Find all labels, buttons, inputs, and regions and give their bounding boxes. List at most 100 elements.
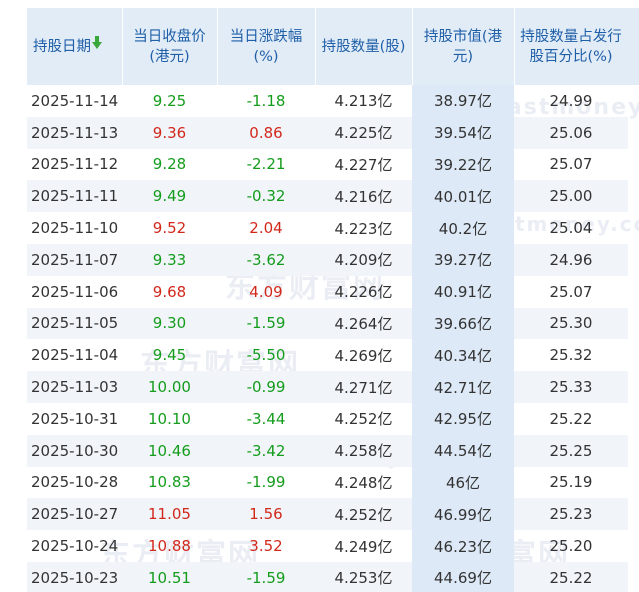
cell-share-pct: 24.99 [549,91,593,110]
cell-close: 10.83 [148,473,191,492]
table-row: 2025-11-07 9.33 -3.62 4.209亿 39.27亿 24.96 [27,243,628,276]
table-row: 2025-11-14 9.25 -1.18 4.213亿 38.97亿 24.99 [27,85,628,117]
holdings-table: 持股日期 当日收盘价(港元) 当日涨跌幅(%) 持股数量(股) 持股市值(港元)… [27,8,629,592]
cell-shares: 4.223亿 [334,219,393,238]
cell-change: -0.32 [217,180,315,213]
cell-share-pct: 25.25 [514,434,628,467]
cell-share-pct: 25.04 [549,219,593,238]
cell-share-pct: 25.23 [514,498,628,531]
table-row: 2025-11-11 9.49 -0.32 4.216亿 40.01亿 25.00 [27,180,628,213]
cell-shares: 4.213亿 [334,92,393,111]
cell-shares: 4.248亿 [334,473,393,492]
cell-market-value: 39.27亿 [412,243,514,276]
cell-close: 9.25 [152,91,187,110]
table-body: 2025-11-14 9.25 -1.18 4.213亿 38.97亿 24.99 2025… [27,85,628,592]
header-shares[interactable]: 持股数量(股) [315,8,413,85]
cell-date: 2025-10-30 [27,434,122,467]
cell-close: 9.28 [152,155,187,174]
cell-share-pct: 25.19 [549,473,593,492]
cell-close: 9.52 [152,219,187,238]
cell-close: 9.45 [152,346,187,365]
cell-share-pct: 25.22 [549,409,593,428]
cell-close: 10.46 [122,434,217,467]
cell-date: 2025-10-23 [27,561,122,592]
cell-date: 2025-10-31 [31,409,119,428]
cell-date: 2025-11-14 [31,91,119,110]
cell-change: 2.04 [249,219,283,238]
cell-change: -1.18 [246,91,286,110]
cell-market-value: 44.54亿 [412,434,514,467]
cell-change: -3.62 [217,243,315,276]
cell-change: 0.86 [217,116,315,149]
cell-date: 2025-11-10 [31,219,119,238]
table-row: 2025-11-05 9.30 -1.59 4.264亿 39.66亿 25.30 [27,307,628,340]
table-row: 2025-11-04 9.45 -5.50 4.269亿 40.34亿 25.32 [27,339,628,372]
cell-date: 2025-11-03 [27,371,122,403]
header-change[interactable]: 当日涨跌幅(%) [217,8,316,85]
cell-shares: 4.226亿 [334,283,393,302]
cell-date: 2025-10-24 [31,537,119,556]
cell-close: 9.68 [152,282,187,301]
cell-market-value: 39.66亿 [412,307,514,340]
cell-date: 2025-11-11 [27,180,122,213]
cell-share-pct: 25.07 [549,282,593,301]
cell-change: 3.52 [249,537,283,556]
cell-shares: 4.252亿 [334,410,393,429]
table-row: 2025-10-28 10.83 -1.99 4.248亿 46亿 25.19 [27,466,628,499]
header-market-value[interactable]: 持股市值(港元) [412,8,515,85]
sort-desc-icon[interactable] [92,36,102,49]
cell-share-pct: 25.06 [514,116,628,149]
header-date[interactable]: 持股日期 [27,8,123,85]
table-row: 2025-11-13 9.36 0.86 4.225亿 39.54亿 25.06 [27,116,628,149]
cell-shares: 4.249亿 [334,537,393,556]
cell-change: -1.59 [217,307,315,340]
header-close[interactable]: 当日收盘价(港元) [122,8,218,85]
cell-date: 2025-11-12 [31,155,119,174]
table-row: 2025-11-12 9.28 -2.21 4.227亿 39.22亿 25.07 [27,148,628,181]
cell-date: 2025-11-13 [27,116,122,149]
cell-change: -1.99 [246,473,286,492]
cell-change: 1.56 [217,498,315,531]
cell-market-value: 40.91亿 [412,275,514,308]
cell-share-pct: 25.00 [514,180,628,213]
table-row: 2025-10-23 10.51 -1.59 4.253亿 44.69亿 25.22 [27,561,628,592]
cell-shares: 4.264亿 [315,307,412,340]
cell-share-pct: 25.30 [514,307,628,340]
table-row: 2025-10-30 10.46 -3.42 4.258亿 44.54亿 25.25 [27,434,628,467]
cell-shares: 4.225亿 [315,116,412,149]
cell-date: 2025-11-05 [27,307,122,340]
table-row: 2025-10-31 10.10 -3.44 4.252亿 42.95亿 25.22 [27,402,628,435]
cell-close: 9.36 [122,116,217,149]
cell-shares: 4.216亿 [315,180,412,213]
cell-market-value: 46.99亿 [412,498,514,531]
cell-change: -3.42 [217,434,315,467]
cell-market-value: 40.34亿 [412,339,514,372]
cell-change: -0.99 [217,371,315,403]
cell-market-value: 42.95亿 [412,402,514,435]
header-share-pct[interactable]: 持股数量占发行股百分比(%) [514,8,629,85]
cell-market-value: 46亿 [412,466,514,499]
cell-shares: 4.258亿 [315,434,412,467]
cell-change: -3.44 [246,409,286,428]
holdings-page: 东方财富网 东方财富网 东方财富网 东方财富网 eastmoney.com ea… [0,0,639,592]
header-overflow-strip [628,8,639,85]
cell-share-pct: 25.07 [549,155,593,174]
cell-close: 10.00 [122,371,217,403]
cell-market-value: 40.01亿 [412,180,514,213]
header-date-label: 持股日期 [33,38,91,55]
cell-shares: 4.269亿 [334,346,393,365]
cell-share-pct: 25.32 [549,346,593,365]
cell-shares: 4.252亿 [315,498,412,531]
cell-change: -2.21 [246,155,286,174]
cell-shares: 4.253亿 [315,561,412,592]
cell-market-value: 46.23亿 [412,530,514,562]
cell-market-value: 39.22亿 [412,148,514,181]
cell-change: -5.50 [246,346,286,365]
cell-date: 2025-11-07 [27,243,122,276]
table-row: 2025-11-10 9.52 2.04 4.223亿 40.2亿 25.04 [27,212,628,244]
table-row: 2025-11-06 9.68 4.09 4.226亿 40.91亿 25.07 [27,275,628,308]
cell-market-value: 39.54亿 [412,116,514,149]
cell-date: 2025-11-04 [31,346,119,365]
cell-change: 4.09 [249,282,283,301]
cell-date: 2025-11-06 [31,282,119,301]
